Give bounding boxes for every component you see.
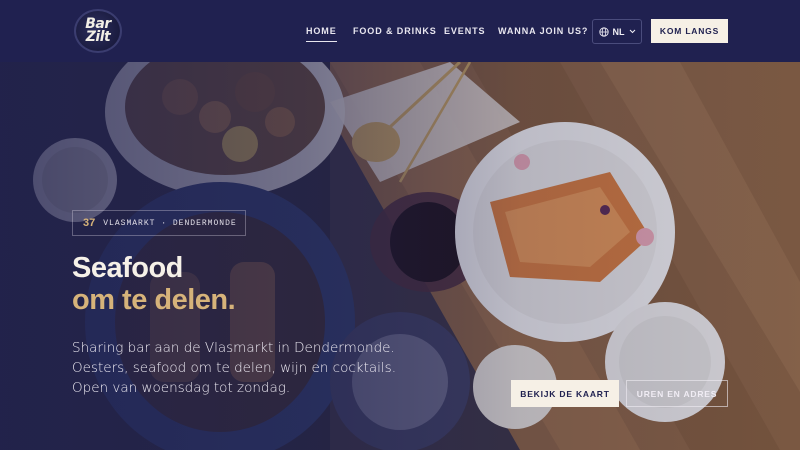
nav-events[interactable]: EVENTS xyxy=(444,26,485,36)
headline-line2: om te delen. xyxy=(72,284,236,316)
logo-text-line2: Zilt xyxy=(85,29,111,45)
headline-line1: Seafood xyxy=(72,252,183,284)
badge-number: 37 xyxy=(83,217,96,229)
bekijk-de-kaart-button[interactable]: BEKIJK DE KAART xyxy=(511,380,619,407)
bar-zilt-logo[interactable]: Bar Zilt xyxy=(74,9,122,53)
globe-icon xyxy=(598,26,609,37)
nav-wanna-join-us[interactable]: WANNA JOIN US? xyxy=(498,26,588,36)
site-header: Bar Zilt HOME FOOD & DRINKS EVENTS WANNA… xyxy=(0,0,800,62)
hero-subtitle: Sharing bar aan de Vlasmarkt in Dendermo… xyxy=(72,340,396,396)
nav-home[interactable]: HOME xyxy=(306,26,337,42)
nav-food-drinks[interactable]: FOOD & DRINKS xyxy=(353,26,437,36)
kom-langs-button[interactable]: KOM LANGS xyxy=(651,19,728,43)
language-selector[interactable]: NL xyxy=(592,19,642,44)
hero-headline: Seafood om te delen. xyxy=(72,252,236,316)
location-badge: 37 VLASMARKT · DENDERMONDE xyxy=(72,210,246,236)
language-label: NL xyxy=(612,26,625,37)
chevron-down-icon xyxy=(629,29,636,34)
uren-en-adres-button[interactable]: UREN EN ADRES xyxy=(626,380,728,407)
badge-location: VLASMARKT · DENDERMONDE xyxy=(103,218,237,228)
hero-section: 37 VLASMARKT · DENDERMONDE Seafood om te… xyxy=(0,62,800,450)
